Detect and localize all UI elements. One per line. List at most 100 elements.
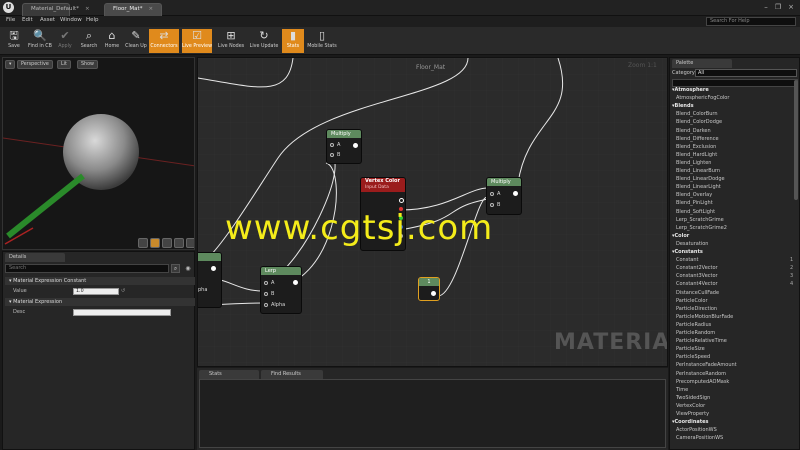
- live-nodes-button[interactable]: ⊞ Live Nodes: [216, 29, 246, 53]
- live-preview-button[interactable]: ☑ Live Preview: [182, 29, 212, 53]
- palette-category[interactable]: ▾Constants: [672, 249, 703, 255]
- connectors-button[interactable]: ⇄ Connectors: [149, 29, 179, 53]
- cylinder-preview-icon[interactable]: [150, 238, 160, 248]
- palette-item[interactable]: ParticleRelativeTime: [676, 338, 727, 344]
- palette-item[interactable]: ViewProperty: [676, 411, 709, 417]
- save-button[interactable]: 🖫 Save: [3, 29, 25, 53]
- palette-item[interactable]: Blend_Overlay: [676, 192, 712, 198]
- tab-material-default[interactable]: Material_Default* ×: [22, 3, 90, 16]
- pin-b[interactable]: B: [264, 291, 274, 297]
- close-icon[interactable]: ×: [85, 6, 90, 12]
- palette-item[interactable]: ParticleRandom: [676, 330, 715, 336]
- plane-preview-icon[interactable]: [162, 238, 172, 248]
- mobile-stats-button[interactable]: ▯ Mobile Stats: [305, 29, 339, 53]
- pin-a[interactable]: A: [490, 191, 500, 197]
- minimize-icon[interactable]: –: [760, 2, 772, 12]
- section-expression[interactable]: ▾ Material Expression: [5, 298, 195, 306]
- pin-a[interactable]: A: [330, 142, 340, 148]
- value-field[interactable]: 1.0: [73, 288, 119, 295]
- find-in-cb-button[interactable]: 🔍 Find in CB: [28, 29, 52, 53]
- palette-item[interactable]: Constant4Vector 4: [676, 281, 793, 287]
- palette-item[interactable]: Blend_Difference: [676, 136, 719, 142]
- palette-item[interactable]: PerInstanceFadeAmount: [676, 362, 737, 368]
- output-pin[interactable]: [353, 143, 358, 148]
- palette-tab[interactable]: Palette: [672, 59, 732, 68]
- palette-item[interactable]: Blend_ColorDodge: [676, 119, 722, 125]
- palette-item[interactable]: Blend_ColorBurn: [676, 111, 718, 117]
- output-pin[interactable]: [211, 266, 216, 271]
- reset-arrow-icon[interactable]: ↺: [121, 288, 125, 294]
- menu-edit[interactable]: Edit: [22, 17, 33, 23]
- palette-item[interactable]: Time: [676, 387, 688, 393]
- palette-category[interactable]: ▾Coordinates: [672, 419, 709, 425]
- palette-item[interactable]: Lerp_ScratchGrime: [676, 217, 724, 223]
- palette-item[interactable]: Blend_HardLight: [676, 152, 717, 158]
- preview-viewport[interactable]: ▾ Perspective Lit Show: [2, 57, 195, 250]
- output-pin-rgb[interactable]: [399, 198, 404, 203]
- palette-category[interactable]: ▾Blends: [672, 103, 694, 109]
- details-search-input[interactable]: Search: [5, 264, 169, 273]
- tab-floor-mat[interactable]: Floor_Mat* ×: [104, 3, 162, 16]
- search-icon[interactable]: ⌕: [171, 264, 180, 273]
- palette-item[interactable]: Blend_LinearDodge: [676, 176, 725, 182]
- lerp-node[interactable]: Lerp A B Alpha: [260, 266, 302, 314]
- close-icon[interactable]: ×: [148, 6, 153, 12]
- palette-item[interactable]: AtmosphericFogColor: [676, 95, 729, 101]
- palette-item[interactable]: CameraPositionWS: [676, 435, 723, 441]
- menu-window[interactable]: Window: [60, 17, 82, 23]
- palette-item[interactable]: ParticleSize: [676, 346, 705, 352]
- palette-item[interactable]: Constant3Vector 3: [676, 273, 793, 279]
- search-button[interactable]: ⌕ Search: [78, 29, 100, 53]
- multiply-node-1[interactable]: Multiply A B: [326, 129, 362, 164]
- palette-item[interactable]: Blend_Exclusion: [676, 144, 716, 150]
- sphere-preview-icon[interactable]: [138, 238, 148, 248]
- menu-help[interactable]: Help: [86, 17, 99, 23]
- palette-item[interactable]: PrecomputedAOMask: [676, 379, 729, 385]
- partial-node[interactable]: pha: [198, 252, 222, 308]
- details-tab[interactable]: Details: [5, 253, 65, 262]
- palette-item[interactable]: PerInstanceRandom: [676, 371, 726, 377]
- apply-button[interactable]: ✔ Apply: [54, 29, 76, 53]
- palette-item[interactable]: Desaturation: [676, 241, 708, 247]
- cube-preview-icon[interactable]: [174, 238, 184, 248]
- constant-node[interactable]: 1: [418, 277, 440, 301]
- palette-item[interactable]: Constant2Vector 2: [676, 265, 793, 271]
- palette-scrollbar[interactable]: [794, 80, 798, 200]
- palette-item[interactable]: Blend_LinearBurn: [676, 168, 720, 174]
- output-pin[interactable]: [431, 291, 436, 296]
- palette-item[interactable]: VertexColor: [676, 403, 705, 409]
- palette-item[interactable]: ParticleColor: [676, 298, 708, 304]
- find-results-tab[interactable]: Find Results: [261, 370, 323, 379]
- output-pin[interactable]: [513, 191, 518, 196]
- close-window-icon[interactable]: ×: [785, 2, 797, 12]
- category-select[interactable]: All: [695, 69, 797, 77]
- output-pin[interactable]: [293, 280, 298, 285]
- palette-item[interactable]: Blend_SoftLight: [676, 209, 715, 215]
- palette-item[interactable]: ParticleSpeed: [676, 354, 710, 360]
- clean-up-button[interactable]: ✎ Clean Up: [124, 29, 148, 53]
- palette-item[interactable]: TwoSidedSign: [676, 395, 710, 401]
- pin-b[interactable]: B: [330, 152, 340, 158]
- palette-item[interactable]: DistanceCullFade: [676, 290, 719, 296]
- desc-field[interactable]: [73, 309, 171, 316]
- palette-item[interactable]: ParticleMotionBlurFade: [676, 314, 733, 320]
- section-expression-constant[interactable]: ▾ Material Expression Constant: [5, 277, 195, 285]
- search-help-input[interactable]: Search For Help: [706, 17, 796, 26]
- palette-item[interactable]: Blend_LinearLight: [676, 184, 721, 190]
- palette-item[interactable]: ParticleRadius: [676, 322, 711, 328]
- palette-category[interactable]: ▾Atmosphere: [672, 87, 709, 93]
- pin-alpha[interactable]: Alpha: [264, 302, 285, 308]
- stats-button[interactable]: ▮ Stats: [282, 29, 304, 53]
- home-button[interactable]: ⌂ Home: [101, 29, 123, 53]
- palette-item[interactable]: Blend_Darken: [676, 128, 711, 134]
- palette-item[interactable]: Blend_PinLight: [676, 200, 713, 206]
- palette-item[interactable]: Lerp_ScratchGrime2: [676, 225, 727, 231]
- live-update-button[interactable]: ↻ Live Update: [249, 29, 279, 53]
- eye-icon[interactable]: ◉: [182, 264, 194, 273]
- stats-tab[interactable]: Stats: [199, 370, 259, 379]
- maximize-icon[interactable]: ❐: [772, 2, 784, 12]
- palette-item[interactable]: ParticleDirection: [676, 306, 717, 312]
- palette-item[interactable]: ActorPositionWS: [676, 427, 717, 433]
- mesh-preview-icon[interactable]: [186, 238, 194, 248]
- palette-item[interactable]: Constant 1: [676, 257, 793, 263]
